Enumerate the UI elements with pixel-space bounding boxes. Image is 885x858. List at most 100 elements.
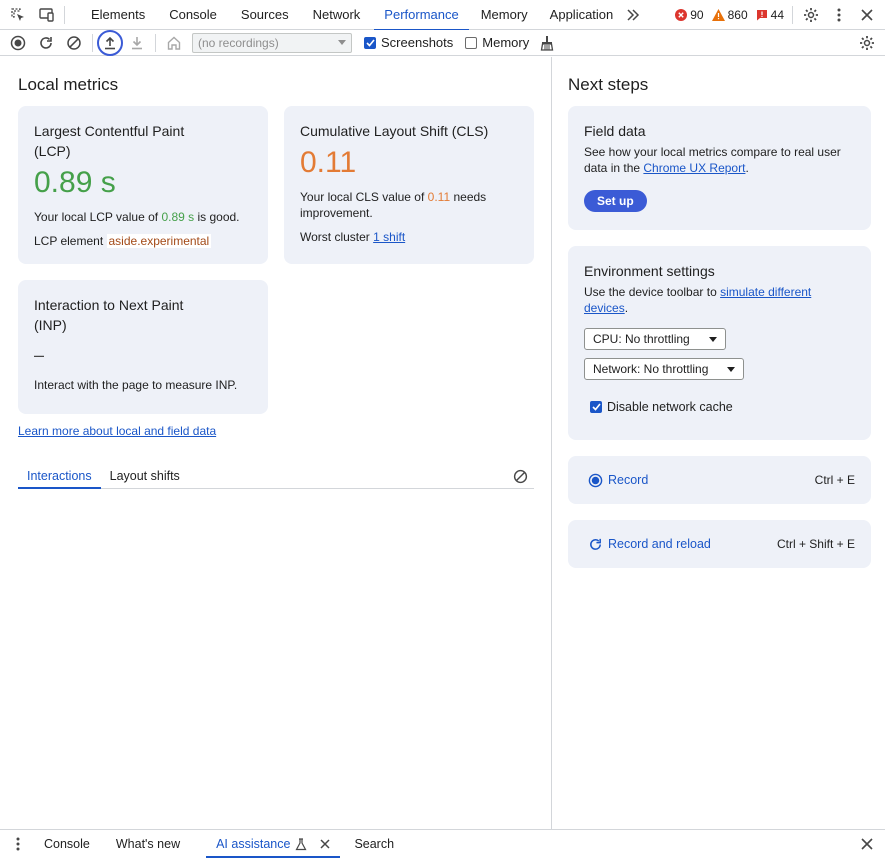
divider — [64, 5, 65, 24]
field-data-card: Field data See how your local metrics co… — [568, 106, 871, 230]
environment-title: Environment settings — [584, 263, 715, 279]
home-icon[interactable] — [160, 29, 188, 57]
field-data-desc-pre: data in the — [584, 161, 641, 175]
clear-icon[interactable] — [60, 29, 88, 57]
tab-performance[interactable]: Performance — [374, 0, 470, 31]
record-shortcut: Ctrl + E — [814, 473, 855, 487]
lcp-desc-value: 0.89 s — [161, 210, 195, 224]
checkbox-checked-icon — [364, 36, 376, 49]
tab-application[interactable]: Application — [540, 0, 624, 30]
drawer-tab-ai-assistance[interactable]: AI assistance — [206, 830, 341, 858]
record-label: Record — [608, 473, 649, 487]
lcp-element-node[interactable]: aside.experimental — [106, 234, 212, 248]
environment-desc-pre: Use the device toolbar to — [584, 285, 717, 299]
lcp-card: Largest Contentful Paint (LCP) 0.89 s Yo… — [18, 106, 268, 264]
learn-more-link[interactable]: Learn more about local and field data — [18, 423, 216, 439]
recordings-select[interactable]: (no recordings) — [192, 32, 352, 53]
next-steps-panel: Next steps Field data See how your local… — [551, 57, 885, 829]
close-tab-icon[interactable] — [320, 839, 330, 849]
field-data-description: See how your local metrics compare to re… — [584, 144, 855, 176]
tab-interactions[interactable]: Interactions — [18, 464, 101, 489]
tab-console[interactable]: Console — [159, 0, 227, 30]
cls-description: Your local CLS value of 0.11 needs impro… — [300, 189, 518, 221]
error-icon — [675, 8, 688, 21]
record-action-left: Record — [588, 473, 648, 488]
tab-sources[interactable]: Sources — [231, 0, 299, 30]
cls-value: 0.11 — [300, 146, 357, 179]
record-action[interactable]: Record Ctrl + E — [568, 456, 871, 504]
lcp-desc-post: is good. — [197, 210, 240, 224]
lcp-description: Your local LCP value of 0.89 s is good. — [34, 209, 252, 225]
errors-counter[interactable]: 90 — [675, 7, 704, 22]
inp-title-line1: Interaction to Next Paint — [34, 297, 184, 313]
inp-title: Interaction to Next Paint (INP) — [34, 295, 252, 335]
cls-desc-pre: Your local CLS value of — [300, 190, 425, 204]
drawer-tab-search[interactable]: Search — [344, 830, 404, 858]
more-options-icon[interactable] — [825, 1, 853, 29]
ai-assistance-label: AI assistance — [216, 837, 291, 851]
drawer-menu-icon[interactable] — [4, 830, 32, 858]
lcp-desc-pre: Your local LCP value of — [34, 210, 159, 224]
close-devtools-icon[interactable] — [853, 1, 881, 29]
record-reload-label: Record and reload — [608, 537, 711, 551]
network-throttling-select[interactable]: Network: No throttling — [584, 358, 744, 380]
network-throttling-value: Network: No throttling — [593, 362, 709, 376]
flask-icon — [295, 837, 307, 850]
garbage-collect-broom-icon[interactable] — [533, 29, 561, 57]
disable-cache-checkbox[interactable]: Disable network cache — [590, 399, 733, 415]
chrome-ux-report-link[interactable]: Chrome UX Report — [643, 161, 745, 175]
environment-description: Use the device toolbar to simulate diffe… — [584, 284, 855, 316]
warnings-counter[interactable]: 860 — [711, 8, 748, 22]
inspect-element-icon[interactable] — [4, 1, 32, 29]
cls-desc-post: needs — [453, 190, 487, 204]
environment-settings-card: Environment settings Use the device tool… — [568, 246, 871, 440]
setup-button[interactable]: Set up — [584, 190, 647, 212]
tab-memory[interactable]: Memory — [471, 0, 538, 30]
drawer-tab-console[interactable]: Console — [34, 830, 100, 858]
screenshots-checkbox[interactable]: Screenshots — [364, 35, 453, 50]
metrics-subtabs: Interactions Layout shifts — [18, 464, 534, 489]
download-icon[interactable] — [123, 29, 151, 57]
simulate-devices-link-line2[interactable]: devices — [584, 301, 625, 315]
record-icon[interactable] — [4, 29, 32, 57]
issue-icon — [756, 9, 767, 20]
record-reload-action-left: Record and reload — [588, 537, 711, 552]
device-toolbar-icon[interactable] — [32, 1, 60, 29]
close-drawer-icon[interactable] — [853, 830, 881, 858]
lcp-value: 0.89 s — [34, 166, 116, 199]
environment-desc-post: . — [624, 301, 629, 315]
cls-desc-value: 0.11 — [427, 190, 451, 204]
inp-value: – — [34, 345, 45, 365]
errors-count: 90 — [690, 7, 704, 22]
record-and-reload-action[interactable]: Record and reload Ctrl + Shift + E — [568, 520, 871, 568]
simulate-devices-link[interactable]: simulate different — [720, 285, 811, 299]
warning-icon — [711, 8, 725, 21]
devtools-tabbar: Elements Console Sources Network Perform… — [0, 0, 885, 31]
chevron-down-icon — [338, 40, 346, 45]
issues-counter[interactable]: 44 — [756, 8, 784, 22]
inp-title-line2: (INP) — [34, 317, 67, 333]
checkbox-unchecked-icon — [465, 36, 478, 49]
record-icon — [588, 473, 603, 487]
lcp-element-row: LCP element aside.experimental — [34, 233, 252, 249]
cpu-throttling-select[interactable]: CPU: No throttling — [584, 328, 726, 350]
cls-desc-post-line2: improvement. — [300, 206, 373, 220]
reload-icon[interactable] — [32, 29, 60, 57]
field-data-desc-line1: See how your local metrics compare to re… — [584, 145, 841, 159]
tab-network[interactable]: Network — [303, 0, 371, 30]
divider — [792, 5, 793, 24]
clear-log-icon[interactable] — [508, 464, 532, 488]
record-reload-shortcut: Ctrl + Shift + E — [776, 537, 855, 551]
memory-checkbox[interactable]: Memory — [465, 35, 529, 50]
cls-worst-cluster-link[interactable]: 1 shift — [373, 230, 405, 244]
upload-icon[interactable] — [97, 29, 123, 56]
more-tabs-icon[interactable] — [623, 1, 643, 29]
field-data-title: Field data — [584, 123, 646, 139]
capture-settings-gear-icon[interactable] — [853, 29, 881, 57]
tab-elements[interactable]: Elements — [81, 0, 155, 30]
settings-gear-icon[interactable] — [797, 1, 825, 29]
cls-worst-cluster-row: Worst cluster 1 shift — [300, 229, 518, 245]
tab-layout-shifts[interactable]: Layout shifts — [101, 464, 189, 488]
drawer-tab-whats-new[interactable]: What's new — [106, 830, 190, 858]
local-metrics-panel: Local metrics Largest Contentful Paint (… — [0, 57, 550, 829]
